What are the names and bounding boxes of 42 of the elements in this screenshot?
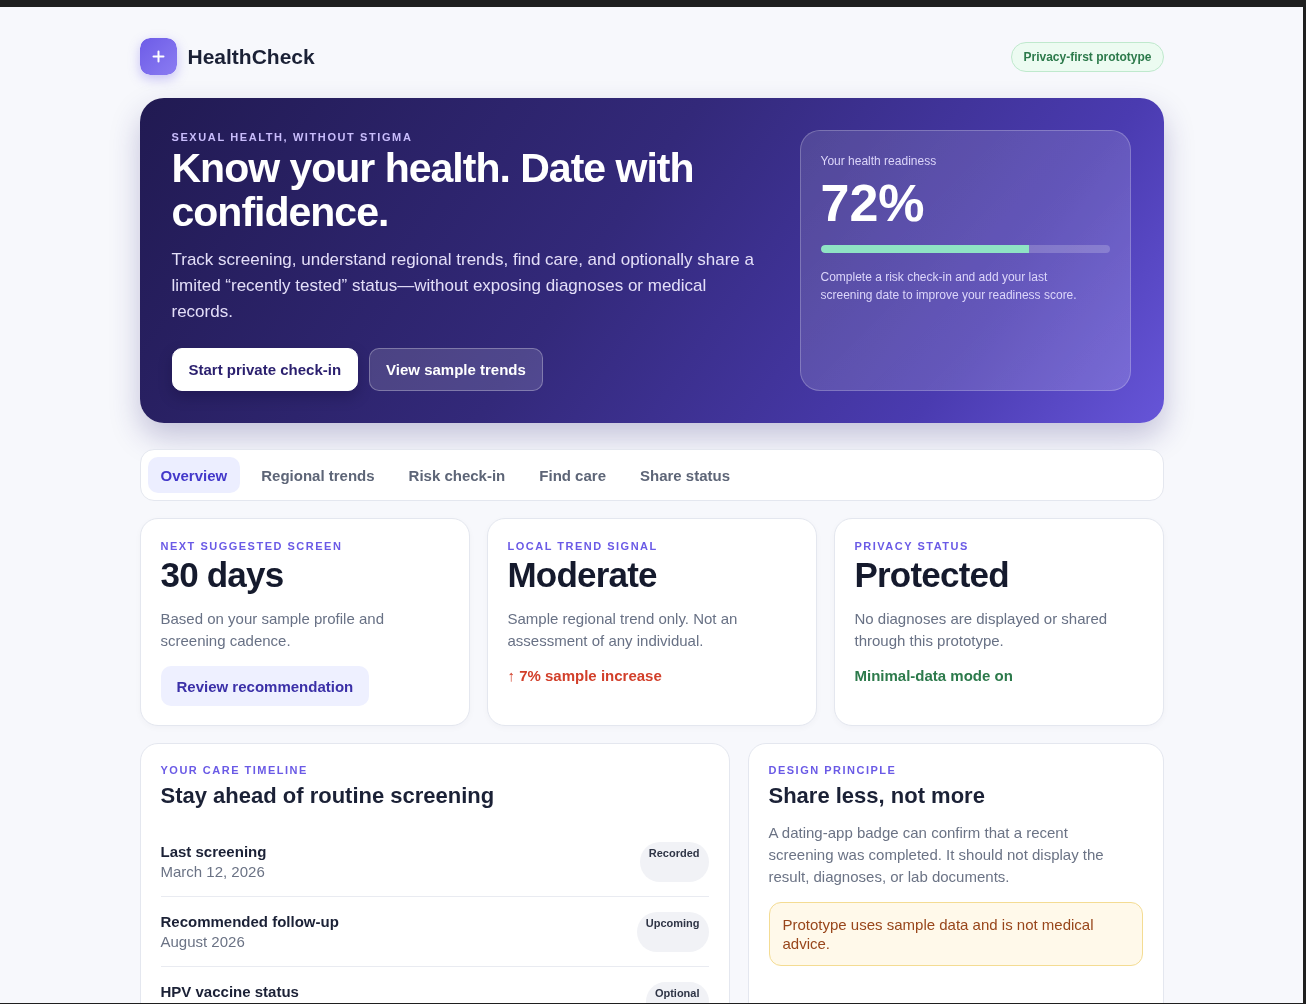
nav-tab[interactable]: Risk check-in: [395, 457, 519, 493]
card-eyebrow: DESIGN PRINCIPLE: [768, 763, 898, 777]
readiness-label: Your health readiness: [820, 153, 938, 169]
card-eyebrow: LOCAL TREND SIGNAL: [507, 539, 658, 553]
principle-title: Share less, not more: [768, 782, 986, 810]
timeline-item-title: Recommended follow-up: [160, 912, 339, 932]
card-description: Based on your sample profile and screening cadence.: [160, 609, 385, 651]
timeline-title: Stay ahead of routine screening: [160, 782, 496, 810]
trend-change-text: ↑ 7% sample increase: [507, 666, 662, 686]
readiness-value: 72%: [820, 175, 926, 231]
nav-tab[interactable]: Overview: [147, 457, 241, 493]
privacy-badge: Privacy-first prototype: [1011, 41, 1164, 72]
card-eyebrow: NEXT SUGGESTED SCREEN: [160, 539, 343, 553]
card-description: Sample regional trend only. Not an assessment of any individual.: [507, 609, 739, 651]
timeline-item-date: August 2026: [160, 932, 246, 952]
card-value: Protected: [854, 557, 1009, 593]
principle-description: A dating-app badge can confirm that a recent screening was completed. It should not display the result, diagnoses, or lab documents.: [768, 823, 1105, 887]
review-button[interactable]: Review recommendation: [160, 666, 370, 706]
timeline-item-title: Last screening: [160, 842, 267, 862]
nav-tab[interactable]: Find care: [526, 457, 619, 493]
timeline-item-title: HPV vaccine status: [160, 982, 299, 1002]
nav-tab[interactable]: Regional trends: [248, 457, 388, 493]
status-pill: Recorded: [639, 842, 709, 882]
nav-tab[interactable]: Share status: [627, 457, 744, 493]
readiness-hint: Complete a risk check-in and add your last screening date to improve your readiness score.: [820, 269, 1078, 304]
card-value: Moderate: [507, 557, 657, 593]
status-pill: Upcoming: [636, 912, 709, 952]
primary-button[interactable]: Start private check-in: [171, 348, 359, 391]
timeline-item-date: March 12, 2026: [160, 862, 266, 882]
app-title: HealthCheck: [187, 44, 315, 69]
plus-logo-icon: [139, 38, 177, 75]
status-pill: Optional: [645, 982, 709, 1003]
hero-eyebrow: SEXUAL HEALTH, WITHOUT STIGMA: [171, 130, 414, 144]
card-eyebrow: YOUR CARE TIMELINE: [160, 763, 309, 777]
hero-title: Know your health. Date with confidence.: [171, 146, 695, 234]
privacy-mode-status: Minimal-data mode on: [854, 666, 1013, 686]
card-description: No diagnoses are displayed or shared through this prototype.: [854, 609, 1109, 651]
card-eyebrow: PRIVACY STATUS: [854, 539, 969, 553]
card-value: 30 days: [160, 557, 284, 593]
hero-description: Track screening, understand regional trends, find care, and optionally share a limited “recently tested” status—without exposing diagnoses or medical records.: [171, 249, 755, 323]
disclaimer-notice: Prototype uses sample data and is not medical advice.: [768, 902, 1143, 966]
secondary-button[interactable]: View sample trends: [369, 348, 543, 391]
